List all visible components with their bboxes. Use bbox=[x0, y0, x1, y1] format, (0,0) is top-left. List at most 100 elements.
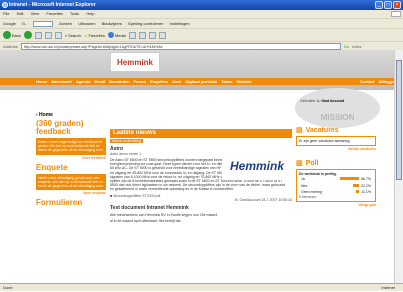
nav-contact[interactable]: Contact bbox=[360, 79, 375, 84]
poll-icon: ▥ bbox=[296, 160, 303, 168]
article-title[interactable]: Test document Intranet Hemmink bbox=[110, 205, 292, 211]
forward-button[interactable] bbox=[23, 31, 32, 39]
close-button[interactable]: × bbox=[393, 1, 401, 9]
poll-bar bbox=[356, 189, 360, 193]
nav-enquetes[interactable]: Enquêtes bbox=[150, 79, 168, 84]
address-input[interactable]: http://www.van-asr.nl/private/private.as… bbox=[20, 42, 341, 50]
google-logo[interactable]: Google bbox=[3, 21, 16, 26]
feedback-title: (360 graden) feedback bbox=[36, 119, 84, 136]
search-icon: ⌕ bbox=[64, 32, 68, 38]
feedback-text: Indien u bent uitgenodigd om feedback te… bbox=[36, 138, 106, 155]
menu-help[interactable]: Help bbox=[86, 11, 94, 16]
poll-box: De werkdruk is prettig. Ja 66,7% Nee 22,… bbox=[296, 169, 376, 203]
mission-graphic: MISSION bbox=[295, 88, 380, 128]
google-bookmarks-button[interactable]: Bladwijzers bbox=[102, 21, 122, 26]
article-body: Alle medewerkers van Hemmink BV in Zwoll… bbox=[110, 212, 218, 217]
print-button[interactable] bbox=[148, 31, 156, 39]
status-bar: Done Internet bbox=[0, 283, 403, 291]
nav-website[interactable]: Website bbox=[236, 79, 251, 84]
window-titlebar: Intranet - Microsoft Internet Explorer bbox=[0, 0, 403, 10]
google-search-input[interactable] bbox=[32, 20, 53, 27]
main-navigation: Home Adresboek Agenda Email Bestanden Fo… bbox=[0, 78, 403, 85]
nav-zoek[interactable]: Zoek bbox=[172, 79, 181, 84]
news-title: Laatste nieuws bbox=[110, 129, 292, 138]
right-column: ▤ Vacatures Er zijn geen vacatures aanwe… bbox=[296, 126, 376, 207]
vacatures-text: Er zijn geen vacatures aanwezig. bbox=[296, 136, 376, 147]
news-article: Astro Astro demo versie 1 Hemmink De Ast… bbox=[110, 146, 292, 202]
scrollbar-thumb[interactable] bbox=[396, 60, 402, 180]
left-column: (360 graden) feedback Indien u bent uitg… bbox=[36, 120, 106, 207]
google-search-button[interactable]: Zoeken bbox=[59, 21, 72, 26]
article-body: al in de maand april uitbetaald. Het bed… bbox=[110, 218, 181, 223]
media-icon bbox=[107, 32, 114, 38]
news-column: Laatste nieuws Nieuw onderdeling Astro A… bbox=[110, 129, 292, 223]
address-bar: Address http://www.van-asr.nl/private/pr… bbox=[0, 41, 403, 50]
vacatures-link[interactable]: Bekijk vacatures bbox=[296, 147, 376, 151]
status-text: Done bbox=[3, 285, 13, 290]
menu-file[interactable]: File bbox=[3, 11, 9, 16]
standard-toolbar: Back ⌕ Search ★ Favorites Media bbox=[0, 28, 403, 41]
hemmink-logo: Hemmink bbox=[222, 152, 292, 180]
news-article: Test document Intranet Hemmink Alle mede… bbox=[110, 205, 292, 223]
user-name: L. Gast Account bbox=[317, 99, 345, 103]
user-label: Gebruiker: bbox=[300, 99, 317, 103]
favorites-button[interactable]: ★ Favorites bbox=[84, 33, 105, 38]
nav-adresboek[interactable]: Adresboek bbox=[51, 79, 72, 84]
menu-edit[interactable]: Edit bbox=[17, 11, 24, 16]
vertical-scrollbar[interactable] bbox=[394, 50, 403, 283]
poll-bar bbox=[340, 177, 360, 181]
google-expand-button[interactable]: Ultraanen bbox=[78, 21, 95, 26]
site-logo[interactable]: Hemmink bbox=[110, 52, 160, 72]
enquete-link[interactable]: Open enquete bbox=[36, 191, 106, 195]
article-meta: M. Gast/Account 18-7-2007 10:55:43 bbox=[234, 197, 292, 202]
poll-total: 9 stemmen bbox=[299, 195, 317, 200]
breadcrumb[interactable]: › Home bbox=[36, 112, 53, 118]
poll-title: ▥ Poll bbox=[296, 159, 319, 168]
google-spellcheck-button[interactable]: Spelling controleren bbox=[128, 21, 163, 26]
address-label: Address bbox=[3, 43, 18, 49]
formulieren-title: Formulieren bbox=[36, 198, 83, 208]
window-controls: _ □ × bbox=[375, 1, 401, 9]
history-button[interactable] bbox=[128, 31, 136, 39]
media-button[interactable]: Media bbox=[107, 32, 126, 38]
nav-portfolio[interactable]: Digitaal portfolio bbox=[185, 79, 217, 84]
minimize-button[interactable]: _ bbox=[375, 1, 383, 9]
menu-favorites[interactable]: Favorites bbox=[46, 11, 62, 16]
ie-icon bbox=[2, 2, 8, 8]
nav-taken[interactable]: Taken bbox=[221, 79, 232, 84]
search-button[interactable]: ⌕ Search bbox=[65, 33, 81, 38]
home-button[interactable] bbox=[54, 31, 62, 39]
news-subtitle[interactable]: Nieuw onderdeling bbox=[110, 139, 143, 143]
nav-forum[interactable]: Forum bbox=[134, 79, 146, 84]
nav-email[interactable]: Email bbox=[94, 79, 105, 84]
nav-home[interactable]: Home bbox=[36, 79, 47, 84]
enquete-text: Heeft u een uitnodiging gehad voor een e… bbox=[36, 173, 106, 191]
menu-view[interactable]: View bbox=[31, 11, 40, 16]
feedback-link[interactable]: Geef feedback bbox=[36, 156, 106, 160]
google-menu-button[interactable]: G- bbox=[22, 21, 26, 26]
refresh-button[interactable] bbox=[44, 31, 52, 39]
user-info: Gebruiker: L. Gast Account bbox=[300, 99, 344, 103]
pdf-icon: ■ bbox=[110, 193, 113, 198]
menu-bar: File Edit View Favorites Tools Help bbox=[0, 10, 403, 18]
windows-logo-icon bbox=[391, 11, 401, 17]
links-button[interactable]: Links bbox=[352, 44, 361, 49]
star-icon: ★ bbox=[83, 32, 88, 38]
vacatures-icon: ▤ bbox=[296, 127, 303, 134]
back-button[interactable]: Back bbox=[3, 31, 21, 39]
go-button[interactable]: Go bbox=[344, 44, 349, 49]
menu-tools[interactable]: Tools bbox=[70, 11, 79, 16]
maximize-button[interactable]: □ bbox=[384, 1, 392, 9]
nav-agenda[interactable]: Agenda bbox=[76, 79, 91, 84]
poll-link[interactable]: Vorige poll bbox=[296, 203, 376, 207]
stop-button[interactable] bbox=[34, 31, 42, 39]
nav-bestanden[interactable]: Bestanden bbox=[109, 79, 129, 84]
edit-button[interactable] bbox=[158, 31, 166, 39]
google-settings-button[interactable]: Instellingen bbox=[170, 21, 190, 26]
vacatures-title: ▤ Vacatures bbox=[296, 126, 339, 135]
mail-button[interactable] bbox=[138, 31, 146, 39]
enquete-title: Enquete bbox=[36, 162, 68, 172]
google-toolbar: Google G- Zoeken Ultraanen Bladwijzers S… bbox=[0, 18, 403, 28]
poll-bar bbox=[352, 183, 360, 187]
back-arrow-icon bbox=[3, 31, 11, 39]
